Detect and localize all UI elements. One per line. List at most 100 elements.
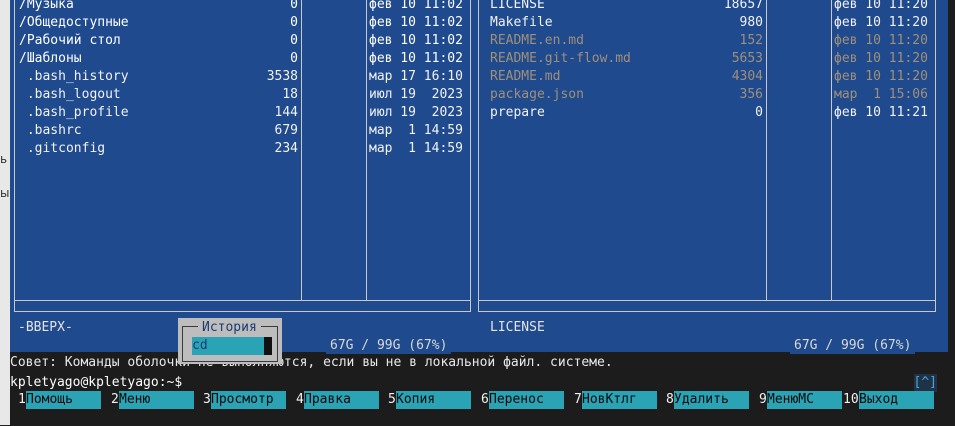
file-name: /Музыка xyxy=(19,0,74,12)
right-free-space: 67G / 99G (67%) xyxy=(790,337,916,355)
function-key-7[interactable]: 7 НовКтлг xyxy=(566,391,659,409)
file-name: Makefile xyxy=(490,15,553,30)
file-size: 0 xyxy=(290,0,298,12)
function-key-9[interactable]: 9 МенюМС xyxy=(751,391,844,409)
function-key-label: Правка xyxy=(304,391,379,409)
file-date: июл 19 2023 xyxy=(369,87,463,102)
left-file-row[interactable]: .bash_history 3538 мар 17 16:10 xyxy=(10,68,470,86)
file-size: 0 xyxy=(755,105,763,120)
function-key-label: МенюМС xyxy=(767,391,842,409)
file-date: фев 10 11:20 xyxy=(834,0,928,12)
file-size: 679 xyxy=(274,123,298,138)
desktop-edge-text-top: ь xyxy=(0,152,8,166)
history-scrollbar[interactable] xyxy=(264,337,272,355)
file-date: мар 17 16:10 xyxy=(369,69,463,84)
file-name: prepare xyxy=(490,105,545,120)
left-file-row[interactable]: .bashrc 679 мар 1 14:59 xyxy=(10,122,470,140)
function-key-label: Просмотр xyxy=(211,391,286,409)
right-file-row[interactable]: package.json 356 мар 1 15:06 xyxy=(474,86,939,104)
function-key-number: 6 xyxy=(481,392,489,407)
file-date: фев 10 11:20 xyxy=(834,33,928,48)
file-date: фев 10 11:20 xyxy=(834,69,928,84)
file-size: 18657 xyxy=(723,0,763,12)
left-file-row[interactable]: /Общедоступные 0 фев 10 11:02 xyxy=(10,14,470,32)
left-file-panel[interactable]: /Музыка 0 фев 10 11:02/Общедоступные 0 фев 1… xyxy=(10,0,475,355)
right-file-row[interactable]: README.git-flow.md 5653 фев 10 11:20 xyxy=(474,50,939,68)
file-date: фев 10 11:20 xyxy=(834,15,928,30)
file-name: README.md xyxy=(490,69,561,84)
shell-prompt[interactable]: kpletyago@kpletyago:~$ xyxy=(10,374,955,392)
function-key-number: 2 xyxy=(111,392,119,407)
file-size: 144 xyxy=(274,105,298,120)
file-size: 234 xyxy=(274,141,298,156)
right-file-row[interactable]: Makefile 980 фев 10 11:20 xyxy=(474,14,939,32)
function-key-label: Выход xyxy=(859,391,934,409)
hint-line: Совет: Команды оболочки не выполняются, … xyxy=(10,354,955,374)
file-date: мар 1 14:59 xyxy=(369,123,463,138)
left-panel-status-divider xyxy=(15,300,470,301)
function-key-number: 4 xyxy=(296,392,304,407)
file-name: README.git-flow.md xyxy=(490,51,631,66)
function-key-1[interactable]: 1 Помощь xyxy=(10,391,103,409)
function-key-8[interactable]: 8 Удалить xyxy=(658,391,751,409)
file-name: README.en.md xyxy=(490,33,584,48)
file-date: фев 10 11:21 xyxy=(834,105,928,120)
left-file-row[interactable]: /Рабочий стол 0 фев 10 11:02 xyxy=(10,32,470,50)
left-file-row[interactable]: /Музыка 0 фев 10 11:02 xyxy=(10,0,470,14)
file-date: фев 10 11:02 xyxy=(369,33,463,48)
right-panel-status-divider xyxy=(479,300,935,301)
function-key-6[interactable]: 6 Перенос xyxy=(473,391,566,409)
function-key-number: 9 xyxy=(759,392,767,407)
left-file-row[interactable]: .bash_logout 18 июл 19 2023 xyxy=(10,86,470,104)
left-file-row[interactable]: /Шаблоны 0 фев 10 11:02 xyxy=(10,50,470,68)
file-size: 0 xyxy=(290,51,298,66)
terminal-window[interactable]: /Музыка 0 фев 10 11:02/Общедоступные 0 фев 1… xyxy=(10,0,955,425)
desktop-edge-strip: ь ы xyxy=(0,0,10,425)
right-file-row[interactable]: README.md 4304 фев 10 11:20 xyxy=(474,68,939,86)
function-key-label: Помощь xyxy=(26,391,101,409)
history-popup[interactable]: История cd xyxy=(178,318,282,364)
function-key-number: 10 xyxy=(843,392,859,407)
function-key-number: 1 xyxy=(18,392,26,407)
function-key-number: 8 xyxy=(666,392,674,407)
function-key-5[interactable]: 5 Копия xyxy=(380,391,473,409)
file-name: .gitconfig xyxy=(19,141,106,156)
right-file-row[interactable]: prepare 0 фев 10 11:21 xyxy=(474,104,939,122)
function-key-4[interactable]: 4 Правка xyxy=(288,391,381,409)
file-size: 4304 xyxy=(731,69,763,84)
right-file-row[interactable]: README.en.md 152 фев 10 11:20 xyxy=(474,32,939,50)
file-size: 356 xyxy=(739,87,763,102)
function-key-label: Удалить xyxy=(674,391,749,409)
file-size: 0 xyxy=(290,15,298,30)
file-name: .bash_logout xyxy=(19,87,121,102)
file-date: фев 10 11:20 xyxy=(834,51,928,66)
left-file-row[interactable]: .gitconfig 234 мар 1 14:59 xyxy=(10,140,470,158)
file-size: 0 xyxy=(290,33,298,48)
file-name: /Рабочий стол xyxy=(19,33,121,48)
left-mini-status: -ВВЕРХ- xyxy=(18,320,73,335)
file-date: мар 1 15:06 xyxy=(834,87,928,102)
right-file-panel[interactable]: LICENSE 18657 фев 10 11:20 Makefile 980 фев 1… xyxy=(474,0,948,355)
file-size: 152 xyxy=(739,33,763,48)
file-date: мар 1 14:59 xyxy=(369,141,463,156)
file-name: package.json xyxy=(490,87,584,102)
right-file-row[interactable]: LICENSE 18657 фев 10 11:20 xyxy=(474,0,939,14)
file-name: /Общедоступные xyxy=(19,15,129,30)
function-key-label: Перенос xyxy=(489,391,564,409)
history-caret-indicator[interactable]: [^] xyxy=(913,374,937,392)
file-date: фев 10 11:02 xyxy=(369,15,463,30)
function-key-bar: 1Помощь2Меню3Просмотр4Правка5Копия6Перен… xyxy=(10,391,955,411)
file-size: 3538 xyxy=(266,69,298,84)
function-key-label: НовКтлг xyxy=(582,391,657,409)
function-key-number: 7 xyxy=(574,392,582,407)
file-date: июл 19 2023 xyxy=(369,105,463,120)
file-size: 18 xyxy=(282,87,298,102)
function-key-10[interactable]: 10 Выход xyxy=(843,391,936,409)
desktop-edge-text-bottom: ы xyxy=(0,186,10,200)
history-selected-entry[interactable]: cd xyxy=(192,337,270,355)
left-file-row[interactable]: .bash_profile 144 июл 19 2023 xyxy=(10,104,470,122)
file-name: .bash_history xyxy=(19,69,129,84)
history-popup-title: История xyxy=(198,319,261,337)
file-date: фев 10 11:02 xyxy=(369,0,463,12)
file-size: 5653 xyxy=(731,51,763,66)
